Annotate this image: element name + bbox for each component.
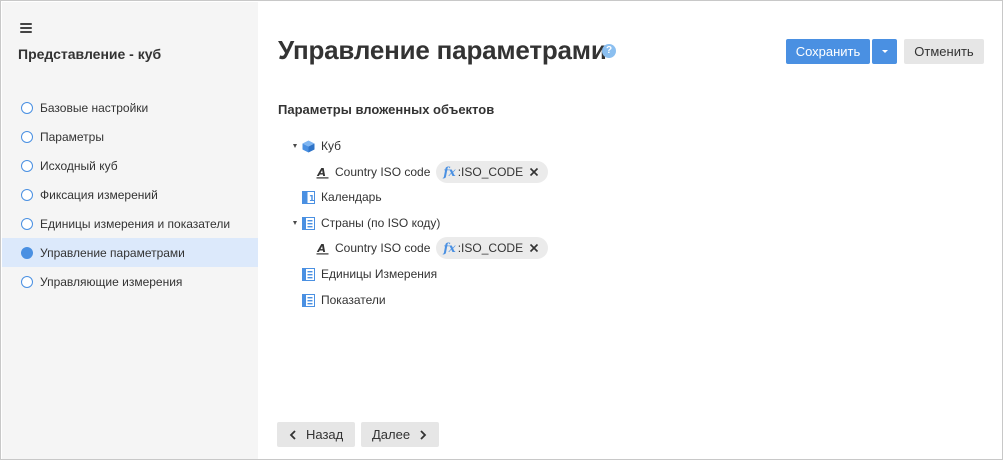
svg-text:A: A [317,166,327,179]
close-icon[interactable] [529,167,539,177]
sidebar: Представление - куб Базовые настройки Па… [2,2,258,459]
caret-down-icon [882,50,888,53]
formula-icon: fx [443,165,456,179]
sidebar-item-label: Управление параметрами [40,245,185,260]
chevron-right-icon [420,429,427,440]
sidebar-item-label: Единицы измерения и показатели [40,216,231,231]
cube-icon [302,140,315,152]
svg-text:1: 1 [309,194,315,203]
dictionary-icon [302,216,315,230]
save-dropdown-button[interactable] [872,39,897,64]
tree-node-label: Календарь [321,190,382,204]
formula-icon: fx [443,241,456,255]
sidebar-item-control-dimensions[interactable]: Управляющие измерения [2,267,258,296]
dictionary-icon [302,293,315,307]
sidebar-item-label: Фиксация измерений [40,187,158,202]
save-button[interactable]: Сохранить [786,39,870,64]
sidebar-nav: Базовые настройки Параметры Исходный куб… [2,93,258,296]
param-label: Country ISO code [335,241,431,255]
page-title: Управление параметрами [278,35,607,65]
step-radio-icon [21,101,33,114]
tree-param-row: A Country ISO code fx :ISO_CODE [316,161,549,183]
param-value: :ISO_CODE [457,165,524,179]
sidebar-item-label: Исходный куб [40,158,118,173]
param-value-chip[interactable]: fx :ISO_CODE [436,237,549,259]
sidebar-item-label: Управляющие измерения [40,274,183,289]
sidebar-item-dimension-fixing[interactable]: Фиксация измерений [2,180,258,209]
section-title: Параметры вложенных объектов [278,102,495,117]
tree-node-label: Страны (по ISO коду) [321,216,441,230]
svg-text:A: A [317,242,327,255]
text-attribute-icon: A [316,166,329,179]
text-attribute-icon: A [316,242,329,255]
sidebar-item-source-cube[interactable]: Исходный куб [2,151,258,180]
next-button-label: Далее [372,427,411,442]
hamburger-menu-icon[interactable] [19,20,35,36]
tree-node-label: Куб [321,139,341,153]
dictionary-icon [302,267,315,281]
help-icon[interactable]: ? [602,44,616,58]
step-radio-selected-icon [21,246,33,259]
sidebar-item-basic-settings[interactable]: Базовые настройки [2,93,258,122]
tree-param-row: A Country ISO code fx :ISO_CODE [316,237,549,259]
tree-node-label: Единицы Измерения [321,267,438,281]
param-value: :ISO_CODE [457,241,524,255]
next-button[interactable]: Далее [361,422,439,447]
sidebar-item-parameter-management[interactable]: Управление параметрами [2,238,258,267]
tree-node-units[interactable]: Единицы Измерения [302,263,437,285]
calendar-dictionary-icon: 1 [302,190,315,204]
expand-caret-icon[interactable] [293,221,297,225]
sidebar-item-label: Базовые настройки [40,100,149,115]
window: Представление - куб Базовые настройки Па… [0,0,1003,460]
cancel-button[interactable]: Отменить [904,39,984,64]
tree-node-indicators[interactable]: Показатели [302,289,386,311]
sidebar-item-units-indicators[interactable]: Единицы измерения и показатели [2,209,258,238]
close-icon[interactable] [529,243,539,253]
tree-node-calendar[interactable]: 1 Календарь [302,186,382,208]
expand-caret-icon[interactable] [293,144,297,148]
param-value-chip[interactable]: fx :ISO_CODE [436,161,549,183]
back-button[interactable]: Назад [277,422,355,447]
step-radio-icon [21,159,33,172]
step-radio-icon [21,217,33,230]
step-radio-icon [21,188,33,201]
tree-node-label: Показатели [321,293,386,307]
back-button-label: Назад [306,427,344,442]
step-radio-icon [21,275,33,288]
tree-node-cube[interactable]: Куб [293,135,341,157]
sidebar-item-label: Параметры [40,129,104,144]
sidebar-item-parameters[interactable]: Параметры [2,122,258,151]
param-label: Country ISO code [335,165,431,179]
tree-node-countries[interactable]: Страны (по ISO коду) [293,212,440,234]
chevron-left-icon [289,429,296,440]
sidebar-title: Представление - куб [18,46,162,62]
step-radio-icon [21,130,33,143]
